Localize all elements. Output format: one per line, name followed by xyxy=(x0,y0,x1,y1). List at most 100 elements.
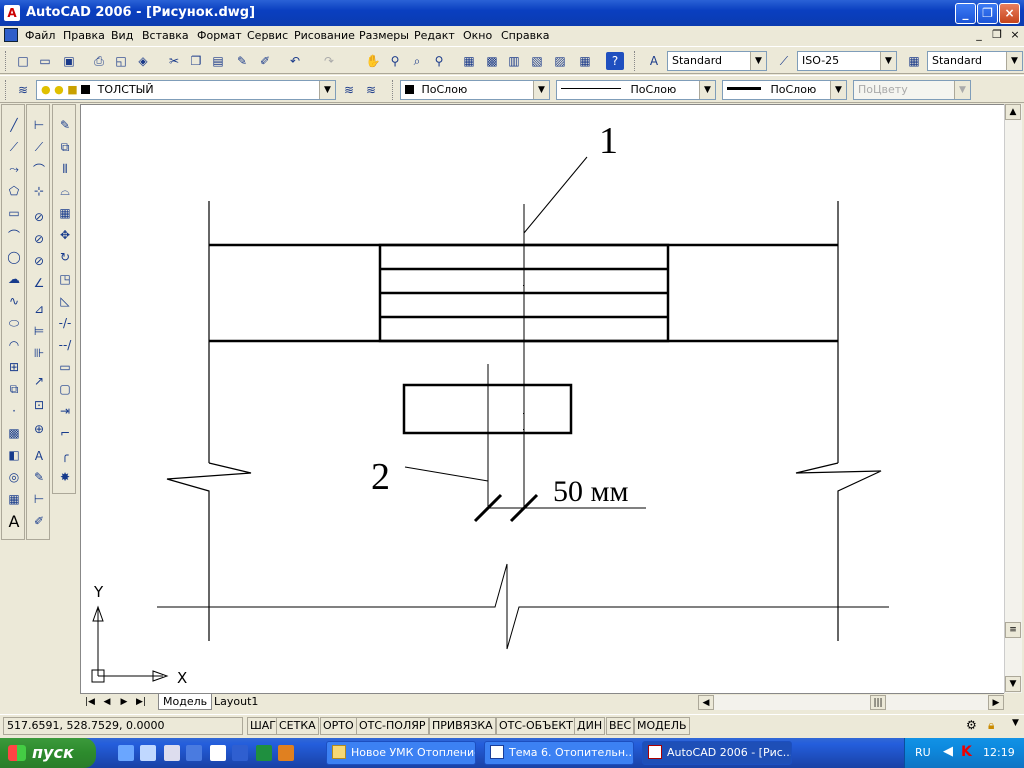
spline-icon[interactable]: ∿ xyxy=(3,291,25,311)
quicklaunch-ie-icon[interactable] xyxy=(118,745,134,761)
lineweight-select[interactable]: ПоСлою ▼ xyxy=(722,80,847,100)
ellipse-icon[interactable]: ⬭ xyxy=(3,313,25,333)
make-current-layer-icon[interactable]: ≋ xyxy=(340,81,358,99)
dimension-style-icon[interactable]: ✐ xyxy=(28,511,50,531)
calculator-icon[interactable]: ▦ xyxy=(576,52,594,70)
menu-edit[interactable]: Правка xyxy=(63,29,105,42)
construction-line-icon[interactable]: ⟋ xyxy=(3,137,25,157)
hscroll-thumb[interactable]: ||| xyxy=(870,695,886,710)
close-button[interactable]: × xyxy=(999,3,1020,24)
kaspersky-icon[interactable]: K xyxy=(961,744,972,760)
redo-icon[interactable]: ↷ xyxy=(320,52,338,70)
polar-tracking-toggle[interactable]: ОТС-ПОЛЯР xyxy=(356,717,429,735)
extend-icon[interactable]: --/ xyxy=(54,335,76,355)
hatch-icon[interactable]: ▩ xyxy=(3,423,25,443)
open-file-icon[interactable]: ▭ xyxy=(36,52,54,70)
menu-dimension[interactable]: Размеры xyxy=(359,29,409,42)
help-icon[interactable]: ? xyxy=(606,52,624,70)
scale-icon[interactable]: ◳ xyxy=(54,269,76,289)
chevron-down-icon[interactable]: ▼ xyxy=(533,81,549,99)
diameter-dimension-icon[interactable]: ⊘ xyxy=(28,251,50,271)
paste-icon[interactable]: ▤ xyxy=(209,52,227,70)
arc-icon[interactable]: ⌒ xyxy=(3,225,25,245)
menu-help[interactable]: Справка xyxy=(501,29,549,42)
grid-toggle[interactable]: СЕТКА xyxy=(276,717,319,735)
aligned-dimension-icon[interactable]: ⟋ xyxy=(28,137,50,157)
center-mark-icon[interactable]: ⊕ xyxy=(28,419,50,439)
print-icon[interactable]: ⎙ xyxy=(90,52,108,70)
tolerance-icon[interactable]: ⊡ xyxy=(28,395,50,415)
ordinate-dimension-icon[interactable]: ⊹ xyxy=(28,181,50,201)
layer-manager-icon[interactable]: ≋ xyxy=(14,81,32,99)
first-tab-button[interactable]: |◀ xyxy=(83,695,97,709)
lineweight-toggle[interactable]: ВЕС xyxy=(606,717,635,735)
menu-draw[interactable]: Рисование xyxy=(294,29,355,42)
insert-block-icon[interactable]: ⊞ xyxy=(3,357,25,377)
menu-window[interactable]: Окно xyxy=(463,29,492,42)
make-block-icon[interactable]: ⧉ xyxy=(3,379,25,399)
chevron-down-icon[interactable]: ▼ xyxy=(699,81,715,99)
save-icon[interactable]: ▣ xyxy=(60,52,78,70)
quicklaunch-save-icon[interactable] xyxy=(140,745,156,761)
dimension-update-icon[interactable]: ⊢ xyxy=(28,489,50,509)
table-icon[interactable]: ▦ xyxy=(3,489,25,509)
chevron-down-icon[interactable]: ▼ xyxy=(319,81,335,99)
radius-dimension-icon[interactable]: ⊘ xyxy=(28,207,50,227)
menu-file[interactable]: Файл xyxy=(25,29,55,42)
sheet-set-icon[interactable]: ▧ xyxy=(528,52,546,70)
dim-style-select[interactable]: ISO-25 ▼ xyxy=(797,51,897,71)
ortho-toggle[interactable]: ОРТО xyxy=(320,717,357,735)
quicklaunch-paint-icon[interactable] xyxy=(210,745,226,761)
table-style-select[interactable]: Standard ▼ xyxy=(927,51,1023,71)
vertical-scrollbar[interactable]: ▲ ≡ ▼ xyxy=(1004,104,1022,693)
line-icon[interactable]: ╱ xyxy=(3,115,25,135)
stretch-icon[interactable]: ◺ xyxy=(54,291,76,311)
copy-object-icon[interactable]: ⧉ xyxy=(54,137,76,157)
move-icon[interactable]: ✥ xyxy=(54,225,76,245)
arc-length-icon[interactable]: ⌒ xyxy=(28,159,50,179)
menu-format[interactable]: Формат xyxy=(197,29,242,42)
continue-dimension-icon[interactable]: ⊪ xyxy=(28,343,50,363)
point-icon[interactable]: · xyxy=(3,401,25,421)
model-toggle[interactable]: МОДЕЛЬ xyxy=(634,717,690,735)
chevron-down-icon[interactable]: ▼ xyxy=(750,52,766,70)
linetype-select[interactable]: ПоСлою ▼ xyxy=(556,80,716,100)
table-style-icon[interactable]: ▦ xyxy=(905,52,923,70)
region-icon[interactable]: ◎ xyxy=(3,467,25,487)
properties-icon[interactable]: ▦ xyxy=(460,52,478,70)
zoom-previous-icon[interactable]: ⚲ xyxy=(430,52,448,70)
design-center-icon[interactable]: ▩ xyxy=(483,52,501,70)
zoom-window-icon[interactable]: ⌕ xyxy=(408,52,426,70)
circle-icon[interactable]: ◯ xyxy=(3,247,25,267)
mdi-restore-button[interactable]: ❐ xyxy=(990,28,1004,42)
lock-icon[interactable]: 🔒︎ xyxy=(988,718,994,733)
tab-layout1[interactable]: Layout1 xyxy=(210,694,262,710)
scroll-up-button[interactable]: ▲ xyxy=(1005,104,1021,120)
revision-cloud-icon[interactable]: ☁ xyxy=(3,269,25,289)
quick-leader-icon[interactable]: ↗ xyxy=(28,371,50,391)
copy-icon[interactable]: ❐ xyxy=(187,52,205,70)
autocad-app-icon[interactable]: A xyxy=(4,5,20,21)
layer-previous-icon[interactable]: ≋ xyxy=(362,81,380,99)
document-icon[interactable] xyxy=(4,28,18,42)
linear-dimension-icon[interactable]: ⊢ xyxy=(28,115,50,135)
mirror-icon[interactable]: ⫴ xyxy=(54,159,76,179)
baseline-dimension-icon[interactable]: ⊨ xyxy=(28,321,50,341)
dim-style-icon[interactable]: ⟋ xyxy=(775,52,793,70)
chamfer-icon[interactable]: ⌐ xyxy=(54,423,76,443)
scroll-thumb[interactable]: ≡ xyxy=(1005,622,1021,638)
array-icon[interactable]: ▦ xyxy=(54,203,76,223)
comm-center-icon[interactable]: ⚙ xyxy=(966,718,977,732)
dimension-text-edit-icon[interactable]: ✎ xyxy=(28,467,50,487)
join-icon[interactable]: ⇥ xyxy=(54,401,76,421)
maximize-button[interactable]: ❐ xyxy=(977,3,998,24)
otrack-toggle[interactable]: ОТС-ОБЪЕКТ xyxy=(496,717,576,735)
undo-icon[interactable]: ↶ xyxy=(286,52,304,70)
chevron-down-icon[interactable]: ▼ xyxy=(1006,52,1022,70)
new-file-icon[interactable]: □ xyxy=(14,52,32,70)
rotate-icon[interactable]: ↻ xyxy=(54,247,76,267)
markup-icon[interactable]: ▨ xyxy=(551,52,569,70)
tool-palettes-icon[interactable]: ▥ xyxy=(505,52,523,70)
polygon-icon[interactable]: ⬠ xyxy=(3,181,25,201)
mdi-minimize-button[interactable]: _ xyxy=(972,28,986,42)
